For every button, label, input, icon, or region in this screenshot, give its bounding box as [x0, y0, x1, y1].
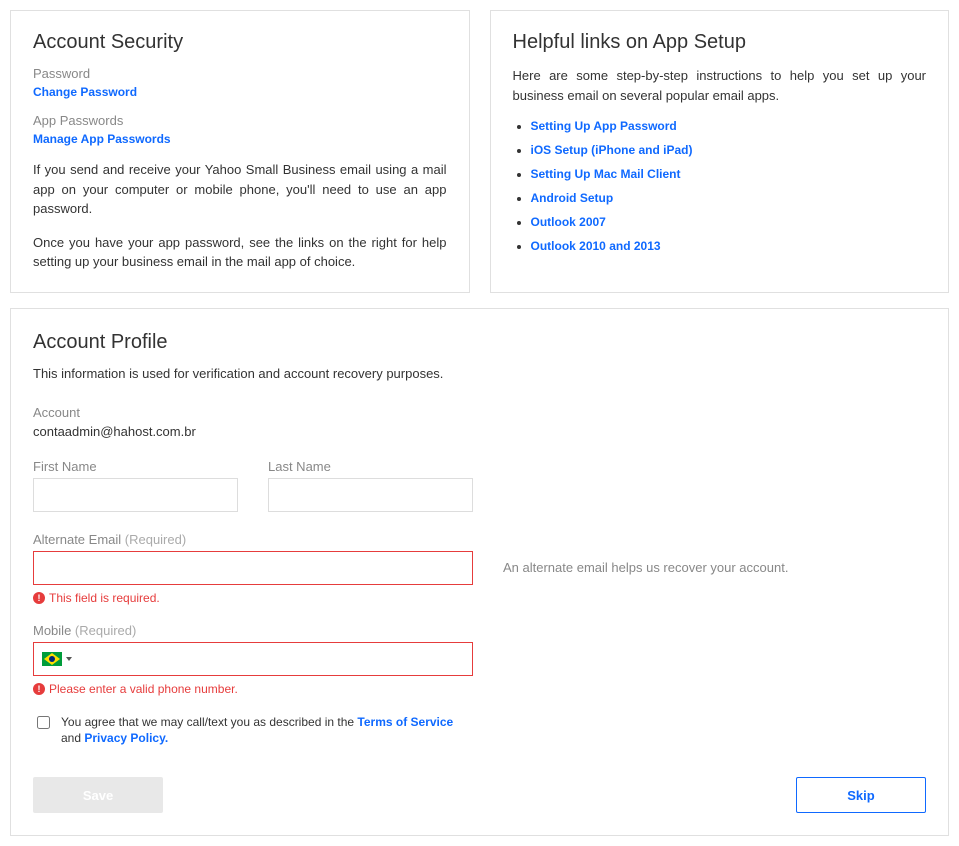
help-links-list: Setting Up App Password iOS Setup (iPhon… [513, 119, 927, 253]
consent-text: You agree that we may call/text you as d… [61, 714, 473, 748]
help-link-ios[interactable]: iOS Setup (iPhone and iPad) [531, 143, 693, 157]
security-paragraph-2: Once you have your app password, see the… [33, 233, 447, 272]
brazil-flag-icon [42, 652, 62, 666]
consent-checkbox[interactable] [37, 716, 50, 729]
profile-title: Account Profile [33, 331, 926, 354]
alt-email-hint: An alternate email helps us recover your… [503, 532, 788, 575]
account-label: Account [33, 405, 926, 420]
terms-of-service-link[interactable]: Terms of Service [357, 715, 453, 729]
list-item: Outlook 2010 and 2013 [531, 239, 927, 253]
help-intro: Here are some step-by-step instructions … [513, 66, 927, 105]
list-item: Setting Up App Password [531, 119, 927, 133]
alt-email-label: Alternate Email (Required) [33, 532, 473, 547]
chevron-down-icon [66, 657, 72, 661]
security-paragraph-1: If you send and receive your Yahoo Small… [33, 160, 447, 219]
list-item: iOS Setup (iPhone and iPad) [531, 143, 927, 157]
error-icon: ! [33, 592, 45, 604]
security-title: Account Security [33, 31, 447, 54]
list-item: Outlook 2007 [531, 215, 927, 229]
account-email-value: contaadmin@hahost.com.br [33, 424, 926, 439]
password-sublabel: Password [33, 66, 447, 81]
save-button[interactable]: Save [33, 777, 163, 813]
profile-desc: This information is used for verificatio… [33, 366, 926, 381]
change-password-link[interactable]: Change Password [33, 85, 137, 99]
help-link-app-password[interactable]: Setting Up App Password [531, 119, 677, 133]
account-security-panel: Account Security Password Change Passwor… [10, 10, 470, 293]
alt-email-error: !This field is required. [33, 591, 473, 605]
first-name-label: First Name [33, 459, 238, 474]
error-icon: ! [33, 683, 45, 695]
account-profile-panel: Account Profile This information is used… [10, 308, 949, 837]
last-name-label: Last Name [268, 459, 473, 474]
help-link-mac-mail[interactable]: Setting Up Mac Mail Client [531, 167, 681, 181]
country-code-select[interactable] [34, 652, 80, 666]
help-title: Helpful links on App Setup [513, 31, 927, 54]
list-item: Setting Up Mac Mail Client [531, 167, 927, 181]
help-link-android[interactable]: Android Setup [531, 191, 614, 205]
mobile-label: Mobile (Required) [33, 623, 473, 638]
first-name-input[interactable] [33, 478, 238, 512]
app-passwords-sublabel: App Passwords [33, 113, 447, 128]
manage-app-passwords-link[interactable]: Manage App Passwords [33, 132, 171, 146]
alternate-email-input[interactable] [33, 551, 473, 585]
skip-button[interactable]: Skip [796, 777, 926, 813]
help-links-panel: Helpful links on App Setup Here are some… [490, 10, 950, 293]
mobile-input[interactable] [80, 643, 472, 675]
last-name-input[interactable] [268, 478, 473, 512]
mobile-error: !Please enter a valid phone number. [33, 682, 473, 696]
privacy-policy-link[interactable]: Privacy Policy. [84, 731, 168, 745]
list-item: Android Setup [531, 191, 927, 205]
help-link-outlook-2010-2013[interactable]: Outlook 2010 and 2013 [531, 239, 661, 253]
help-link-outlook-2007[interactable]: Outlook 2007 [531, 215, 606, 229]
